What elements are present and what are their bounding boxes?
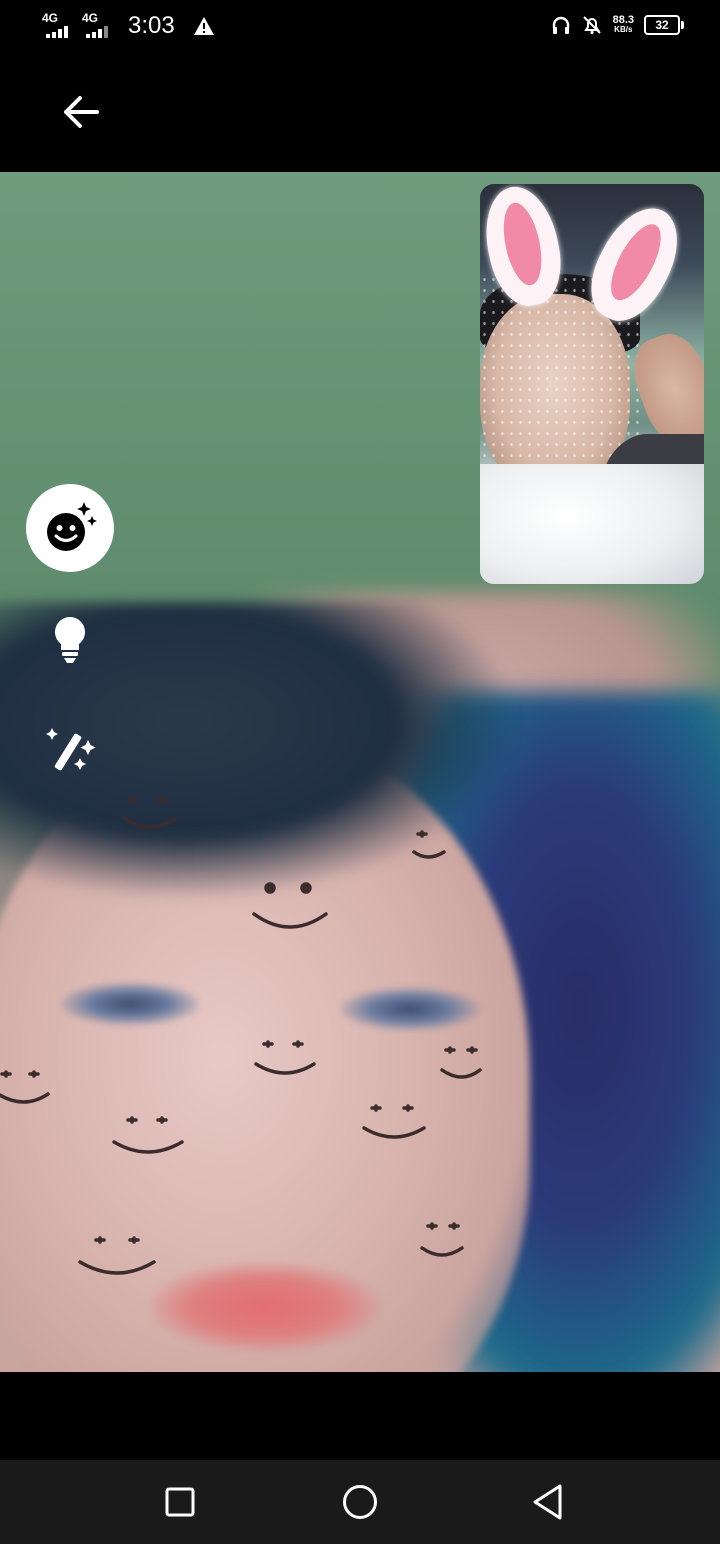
status-left: 4G 4G 3:03	[42, 12, 215, 40]
magic-wand-icon	[46, 728, 96, 771]
signal-icon	[46, 26, 68, 38]
smiley-sticker	[440, 1046, 482, 1079]
bell-off-icon	[582, 16, 601, 35]
remote-eye	[60, 982, 200, 1026]
smiley-sticker	[362, 1104, 426, 1139]
network-type: 4G	[42, 11, 59, 25]
back-nav-button[interactable]	[526, 1480, 570, 1524]
status-bar: 4G 4G 3:03 88.3 KB/s 32	[0, 0, 720, 56]
smiley-sticker	[420, 1222, 464, 1257]
back-triangle-icon	[533, 1484, 562, 1520]
arrow-left-icon	[64, 96, 99, 128]
recent-apps-button[interactable]	[158, 1480, 202, 1524]
signal-icon	[86, 26, 108, 38]
smiley-sticker	[122, 796, 178, 829]
magic-button[interactable]	[46, 726, 100, 776]
lightbulb-icon	[55, 617, 85, 663]
effects-icon	[47, 502, 97, 551]
battery-level: 32	[655, 18, 669, 32]
smiley-sticker	[0, 1070, 50, 1104]
battery-icon: 32	[644, 15, 684, 35]
remote-lips	[150, 1262, 380, 1352]
video-call-screen: 4G 4G 3:03 88.3 KB/s 32	[0, 0, 720, 1544]
back-button[interactable]	[58, 92, 102, 132]
self-view-video[interactable]	[480, 184, 704, 584]
status-right: 88.3 KB/s 32	[551, 14, 684, 36]
network-speed-unit: KB/s	[614, 25, 633, 34]
home-icon	[343, 1485, 377, 1519]
smiley-sticker	[252, 882, 328, 929]
lighting-button[interactable]	[46, 612, 94, 668]
recent-apps-icon	[165, 1487, 195, 1517]
warning-icon	[193, 17, 214, 35]
system-nav-bar	[0, 1460, 720, 1544]
headphones-icon	[552, 16, 569, 34]
network-indicator-2: 4G	[82, 12, 114, 40]
self-shirt	[480, 464, 704, 584]
smiley-sticker	[412, 830, 446, 859]
home-button[interactable]	[338, 1480, 382, 1524]
clock: 3:03	[128, 12, 175, 39]
smiley-sticker	[254, 1040, 316, 1075]
smiley-sticker	[112, 1116, 184, 1154]
network-speed: 88.3 KB/s	[613, 15, 634, 35]
remote-eye	[340, 987, 480, 1031]
network-indicator-1: 4G	[42, 12, 74, 40]
effects-button[interactable]	[26, 484, 114, 572]
smiley-sticker	[78, 1236, 156, 1275]
network-type: 4G	[82, 11, 99, 25]
